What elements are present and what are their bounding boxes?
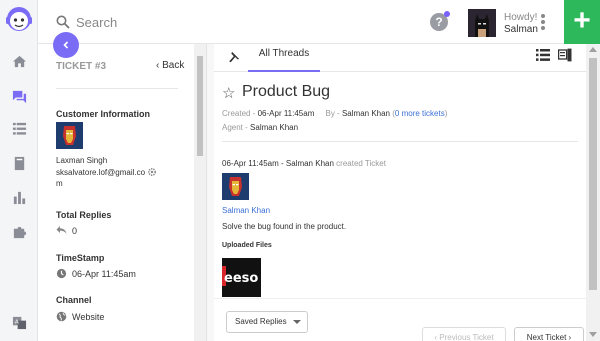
customer-avatar — [56, 122, 83, 149]
search-icon[interactable] — [56, 15, 70, 29]
by-value: Salman Khan — [341, 109, 390, 118]
home-icon — [12, 55, 26, 67]
more-tickets-link[interactable]: 0 more tickets — [395, 109, 445, 118]
panel-divider[interactable] — [206, 44, 214, 341]
list-icon — [12, 122, 26, 135]
top-bar: ? Howdy! Salman + — [38, 0, 600, 44]
list-view-icon[interactable] — [536, 49, 550, 61]
timestamp-heading: TimeStamp — [56, 253, 105, 263]
add-button[interactable]: + — [564, 0, 600, 44]
uploaded-file-thumbnail[interactable]: eeso — [222, 258, 261, 297]
nav-home[interactable] — [0, 49, 38, 73]
notification-dot — [444, 11, 450, 17]
message-header-text: 06-Apr 11:45am - Salman Khan — [222, 159, 334, 168]
clock-icon — [56, 268, 67, 279]
kebab-menu-icon[interactable] — [540, 13, 546, 31]
agent-value[interactable]: Salman Khan — [250, 123, 298, 132]
ticket-meta-created: Created - 06-Apr 11:45am By - Salman Kha… — [222, 109, 447, 118]
saved-replies-dropdown[interactable]: Saved Replies — [226, 311, 308, 333]
message-action: created Ticket — [336, 159, 386, 168]
customer-info-heading: Customer Information — [56, 109, 151, 119]
reply-icon — [56, 226, 67, 234]
split-view-icon[interactable] — [558, 48, 572, 62]
ticket-title: Product Bug — [242, 83, 331, 100]
scrollbar-thumb[interactable] — [589, 58, 597, 290]
message-author-link[interactable]: Salman Khan — [222, 206, 270, 215]
book-icon — [14, 156, 24, 170]
caret-down-icon — [293, 320, 301, 324]
nav-language[interactable]: A — [0, 310, 38, 334]
helpdesk-app: A ? Howdy! Salman + — [0, 0, 600, 341]
nav-addons[interactable] — [0, 219, 38, 243]
file-preview-image: eeso — [222, 258, 261, 297]
user-name[interactable]: Salman — [504, 24, 538, 35]
total-replies-heading: Total Replies — [56, 210, 112, 220]
gear-icon[interactable] — [147, 167, 157, 177]
total-replies-count: 0 — [72, 226, 78, 236]
created-label: Created - — [222, 109, 256, 118]
translate-icon: A — [12, 316, 26, 329]
ticket-info-panel: TICKET #3 ‹ Back Customer Information La… — [38, 44, 194, 341]
bar-chart-icon — [13, 191, 25, 204]
message-author-avatar — [222, 173, 249, 200]
svg-text:A: A — [14, 319, 18, 325]
tab-all-threads[interactable]: All Threads — [248, 44, 320, 72]
saved-replies-label: Saved Replies — [235, 317, 287, 326]
divider — [222, 141, 578, 142]
message-body: Solve the bug found in the product. — [222, 222, 347, 231]
nav-reports[interactable] — [0, 185, 38, 209]
thread-panel: All Threads ☆ Product Bug Created - 06-A… — [214, 44, 586, 341]
collapse-panel-button[interactable] — [53, 32, 79, 58]
customer-email-continued: m — [56, 179, 63, 188]
puzzle-icon — [13, 226, 26, 238]
file-thumb-text: eeso — [224, 271, 258, 286]
thread-scrollbar[interactable] — [586, 44, 600, 341]
scroll-up-arrow-icon[interactable] — [589, 47, 597, 52]
left-rail: A — [0, 0, 38, 341]
uploaded-files-label: Uploaded Files — [222, 242, 272, 249]
chevron-left-icon — [63, 41, 69, 49]
thread-footer: Saved Replies ‹ Previous Ticket Next Tic… — [214, 298, 586, 341]
by-label: By - — [325, 109, 340, 118]
divider — [56, 88, 178, 89]
thread-tabs: All Threads — [214, 44, 586, 72]
channel-heading: Channel — [56, 295, 92, 305]
back-label: Back — [162, 60, 185, 71]
batman-avatar-image — [468, 9, 496, 37]
globe-icon — [56, 311, 67, 322]
scroll-down-arrow-icon[interactable] — [589, 332, 597, 337]
back-button[interactable]: ‹ Back — [156, 60, 184, 71]
created-value: 06-Apr 11:45am — [257, 109, 315, 118]
iron-man-avatar-image — [222, 173, 249, 200]
user-avatar[interactable] — [468, 9, 496, 37]
customer-email: sksalvatore.lof@gmail.co — [56, 168, 146, 177]
pin-icon[interactable] — [228, 51, 240, 63]
nav-list[interactable] — [0, 116, 38, 140]
timestamp-value: 06-Apr 11:45am — [72, 269, 136, 279]
scrollbar-thumb[interactable] — [197, 56, 203, 156]
iron-man-avatar-image — [56, 122, 83, 149]
ticket-meta-agent: Agent - Salman Khan — [222, 123, 298, 132]
previous-ticket-button[interactable]: ‹ Previous Ticket — [422, 327, 506, 341]
chat-icon — [12, 90, 26, 103]
star-icon[interactable]: ☆ — [222, 84, 235, 102]
ticket-number: TICKET #3 — [56, 61, 107, 72]
more-tickets-close: ) — [444, 109, 448, 118]
customer-name: Laxman Singh — [56, 156, 108, 165]
info-panel-scrollbar[interactable] — [194, 44, 206, 341]
app-logo[interactable] — [5, 5, 33, 39]
next-ticket-button[interactable]: Next Ticket › — [514, 327, 584, 341]
nav-knowledgebase[interactable] — [0, 151, 38, 175]
message-header: 06-Apr 11:45am - Salman Khan created Tic… — [222, 159, 386, 168]
agent-label: Agent - — [222, 123, 248, 132]
greeting-text: Howdy! — [504, 12, 538, 23]
channel-value: Website — [72, 312, 105, 322]
nav-tickets[interactable] — [0, 84, 38, 108]
search-input[interactable] — [76, 12, 376, 32]
